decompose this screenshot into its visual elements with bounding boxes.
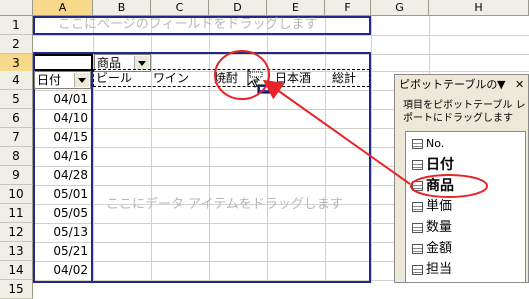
row-item[interactable]: 05/01 xyxy=(33,185,90,204)
field-label: No. xyxy=(426,137,445,150)
column-item[interactable]: 総計 xyxy=(332,69,356,88)
column-item[interactable]: 日本酒 xyxy=(275,69,311,88)
column-header-g[interactable]: G xyxy=(371,0,429,16)
row-field-label: 日付 xyxy=(37,73,62,87)
pivot-field-list-panel[interactable]: ピボットテーブルの ▼ ✕ 項目をピボットテーブル レポートにドラッグします N… xyxy=(394,74,529,283)
field-icon xyxy=(412,139,423,149)
row-header-1[interactable]: 1 xyxy=(0,16,33,35)
field-icon xyxy=(412,202,423,212)
row-header-6[interactable]: 6 xyxy=(0,109,33,128)
row-header-7[interactable]: 7 xyxy=(0,128,33,147)
row-item[interactable]: 05/05 xyxy=(33,204,90,223)
column-header-a[interactable]: A xyxy=(33,0,93,16)
column-item[interactable]: ワイン xyxy=(153,69,189,88)
row-header-10[interactable]: 10 xyxy=(0,185,33,204)
column-item[interactable]: 焼酎 xyxy=(214,69,238,88)
row-header-13[interactable]: 13 xyxy=(0,242,33,261)
row-field-button[interactable]: 日付 xyxy=(34,71,91,89)
close-icon[interactable]: ✕ xyxy=(515,75,524,95)
row-item[interactable]: 04/15 xyxy=(33,128,90,147)
field-icon xyxy=(412,223,423,233)
field-label: 日付 xyxy=(426,157,454,173)
field-label: 担当 xyxy=(426,262,453,277)
row-item[interactable]: 04/16 xyxy=(33,147,90,166)
field-icon xyxy=(412,244,423,254)
row-header-11[interactable]: 11 xyxy=(0,204,33,223)
row-item[interactable]: 04/10 xyxy=(33,109,90,128)
panel-title: ピボットテーブルの xyxy=(395,75,528,95)
column-header-d[interactable]: D xyxy=(209,0,267,16)
row-item[interactable]: 04/02 xyxy=(33,261,90,280)
grid-line xyxy=(371,16,372,283)
row-item[interactable]: 05/13 xyxy=(33,223,90,242)
row-header-4[interactable]: 4 xyxy=(0,71,33,90)
row-area-divider xyxy=(91,71,93,283)
row-header-14[interactable]: 14 xyxy=(0,261,33,280)
row-header-8[interactable]: 8 xyxy=(0,147,33,166)
chevron-down-icon[interactable] xyxy=(74,73,89,87)
column-header-f[interactable]: F xyxy=(325,0,371,16)
panel-hint: 項目をピボットテーブル レポートにドラッグします xyxy=(403,100,526,124)
row-item[interactable]: 04/01 xyxy=(33,90,90,109)
column-header-e[interactable]: E xyxy=(267,0,325,16)
field-icon xyxy=(412,265,423,275)
field-icon xyxy=(412,181,423,191)
data-drop-hint: ここにデータ アイテムをドラッグします xyxy=(106,197,343,212)
column-header-c[interactable]: C xyxy=(151,0,209,16)
drag-cursor-icon xyxy=(246,68,272,101)
grid-line xyxy=(33,35,529,36)
column-header-b[interactable]: B xyxy=(93,0,151,16)
row-item[interactable]: 04/28 xyxy=(33,166,90,185)
field-label: 単価 xyxy=(426,199,453,214)
row-header-9[interactable]: 9 xyxy=(0,166,33,185)
field-label: 数量 xyxy=(426,220,453,235)
field-label: 商品 xyxy=(426,178,454,194)
chevron-down-icon[interactable]: ▼ xyxy=(497,75,505,95)
field-list[interactable]: No. 日付 商品 単価 数量 金額 担当 xyxy=(405,131,526,283)
row-header-12[interactable]: 12 xyxy=(0,223,33,242)
field-label: 金額 xyxy=(426,241,453,256)
row-item[interactable]: 05/21 xyxy=(33,242,90,261)
column-header-h[interactable]: H xyxy=(429,0,529,16)
column-item[interactable]: ビール xyxy=(96,69,132,88)
row-header-5[interactable]: 5 xyxy=(0,90,33,109)
select-all-corner[interactable] xyxy=(0,0,33,16)
page-field-drop-hint: ここにページのフィールドをドラッグします xyxy=(58,17,318,32)
row-header-2[interactable]: 2 xyxy=(0,35,33,54)
field-icon xyxy=(412,160,423,170)
